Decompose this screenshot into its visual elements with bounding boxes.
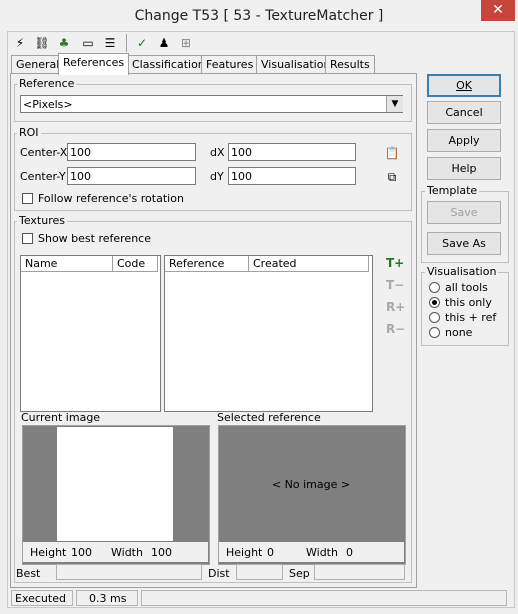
center-y-field[interactable]: 100 (67, 167, 196, 185)
selected-width-value: 0 (346, 546, 353, 559)
no-image-text: < No image > (271, 478, 351, 491)
status-extra (141, 590, 507, 606)
follow-rotation-label: Follow reference's rotation (38, 192, 184, 205)
current-width-value: 100 (151, 546, 172, 559)
remove-reference-button[interactable]: R− (386, 322, 405, 336)
best-label: Best (16, 567, 41, 580)
radio-this-only[interactable] (429, 297, 440, 308)
current-height-value: 100 (71, 546, 92, 559)
link-icon[interactable]: ⛓ (34, 35, 50, 51)
dx-field[interactable]: 100 (228, 143, 356, 161)
show-best-label: Show best reference (38, 232, 151, 245)
selected-width-label: Width (306, 546, 338, 559)
paste-icon[interactable]: 📋 (384, 145, 400, 161)
sep-value (314, 564, 405, 580)
center-x-label: Center-X (20, 146, 68, 159)
dy-field[interactable]: 100 (228, 167, 356, 185)
plugin-icon[interactable]: ♣ (56, 35, 72, 51)
console-icon[interactable]: ▭ (80, 35, 96, 51)
column-header-name[interactable]: Name (21, 256, 113, 272)
grid-icon[interactable]: ⊞ (178, 35, 194, 51)
tab-classification[interactable]: Classification (127, 55, 210, 74)
show-best-checkbox[interactable] (22, 233, 33, 244)
cancel-button[interactable]: Cancel (427, 101, 501, 124)
ok-label: OK (456, 79, 472, 92)
radio-this-plus-ref-label: this + ref (445, 311, 497, 324)
tab-general[interactable]: General (11, 55, 65, 74)
template-save-button[interactable]: Save (427, 201, 501, 224)
column-header-reference[interactable]: Reference (165, 256, 249, 272)
list-icon[interactable]: ☰ (102, 35, 118, 51)
radio-none-label: none (445, 326, 473, 339)
current-height-label: Height (30, 546, 67, 559)
close-button[interactable]: ✕ (481, 0, 515, 21)
remove-texture-button[interactable]: T− (386, 278, 404, 292)
person-icon[interactable]: ♟ (156, 35, 172, 51)
help-button[interactable]: Help (427, 157, 501, 180)
radio-all-tools-label: all tools (445, 281, 488, 294)
status-state: Executed (11, 590, 73, 606)
radio-none[interactable] (429, 327, 440, 338)
best-value (56, 564, 202, 580)
radio-all-tools[interactable] (429, 282, 440, 293)
dist-label: Dist (208, 567, 230, 580)
lightning-icon[interactable]: ⚡ (12, 35, 28, 51)
dy-label: dY (210, 170, 224, 183)
selected-reference-label: Selected reference (217, 411, 321, 424)
sep-label: Sep (289, 567, 310, 580)
dist-value (236, 564, 283, 580)
tab-visualisation[interactable]: Visualisation (256, 55, 336, 74)
reference-legend: Reference (17, 77, 77, 90)
radio-this-only-label: this only (445, 296, 492, 309)
add-texture-button[interactable]: T+ (386, 256, 404, 270)
selected-height-value: 0 (267, 546, 274, 559)
selected-height-label: Height (226, 546, 263, 559)
column-header-code[interactable]: Code (113, 256, 158, 272)
tab-results[interactable]: Results (325, 55, 375, 74)
status-time: 0.3 ms (76, 590, 138, 606)
apply-button[interactable]: Apply (427, 129, 501, 152)
template-save-as-button[interactable]: Save As (427, 232, 501, 255)
check-icon[interactable]: ✓ (134, 35, 150, 51)
add-reference-button[interactable]: R+ (386, 300, 405, 314)
textures-legend: Textures (17, 214, 67, 227)
center-x-field[interactable]: 100 (67, 143, 196, 161)
current-image-label: Current image (21, 411, 101, 424)
visualisation-legend: Visualisation (425, 265, 499, 278)
center-y-label: Center-Y (20, 170, 66, 183)
current-width-label: Width (111, 546, 143, 559)
reference-list[interactable] (164, 255, 373, 412)
chevron-down-icon[interactable]: ▼ (386, 96, 403, 112)
window-title: Change T53 [ 53 - TextureMatcher ] (134, 8, 384, 24)
radio-this-plus-ref[interactable] (429, 312, 440, 323)
template-legend: Template (425, 184, 480, 197)
roi-legend: ROI (17, 126, 41, 139)
reference-select[interactable]: <Pixels> (20, 95, 403, 113)
copy-icon[interactable]: ⧉ (384, 169, 400, 185)
tab-references[interactable]: References (58, 53, 130, 75)
toolbar-separator (126, 34, 127, 52)
tab-features[interactable]: Features (201, 55, 259, 74)
current-image-content (57, 427, 173, 541)
texture-list[interactable] (20, 255, 161, 412)
ok-button[interactable]: OK (427, 74, 501, 97)
column-header-created[interactable]: Created (249, 256, 369, 272)
dx-label: dX (210, 146, 225, 159)
follow-rotation-checkbox[interactable] (22, 193, 33, 204)
